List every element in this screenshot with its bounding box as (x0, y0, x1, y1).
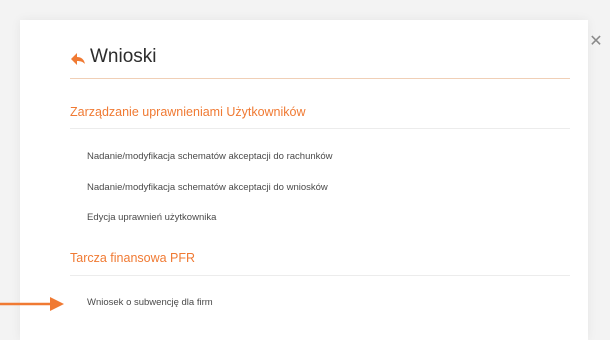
close-icon[interactable]: ✕ (588, 34, 604, 50)
pointer-arrow-icon (0, 297, 64, 311)
back-arrow-icon[interactable] (70, 52, 86, 66)
dialog-header: Wnioski (70, 44, 570, 79)
link-schematy-wnioski[interactable]: Nadanie/modyfikacja schematów akceptacji… (87, 182, 328, 193)
app-stage: ✕ Wnioski Zarządzanie uprawnieniami Użyt… (0, 0, 610, 340)
section-divider (70, 275, 570, 276)
link-edycja-uprawnien[interactable]: Edycja uprawnień użytkownika (87, 212, 216, 223)
section-title-permissions: Zarządzanie uprawnieniami Użytkowników (70, 105, 306, 119)
page-title: Wnioski (90, 46, 157, 67)
section-divider (70, 128, 570, 129)
section-title-pfr: Tarcza finansowa PFR (70, 251, 196, 265)
link-wniosek-subwencja[interactable]: Wniosek o subwencję dla firm (87, 297, 213, 308)
link-schematy-rachunki[interactable]: Nadanie/modyfikacja schematów akceptacji… (87, 151, 333, 162)
